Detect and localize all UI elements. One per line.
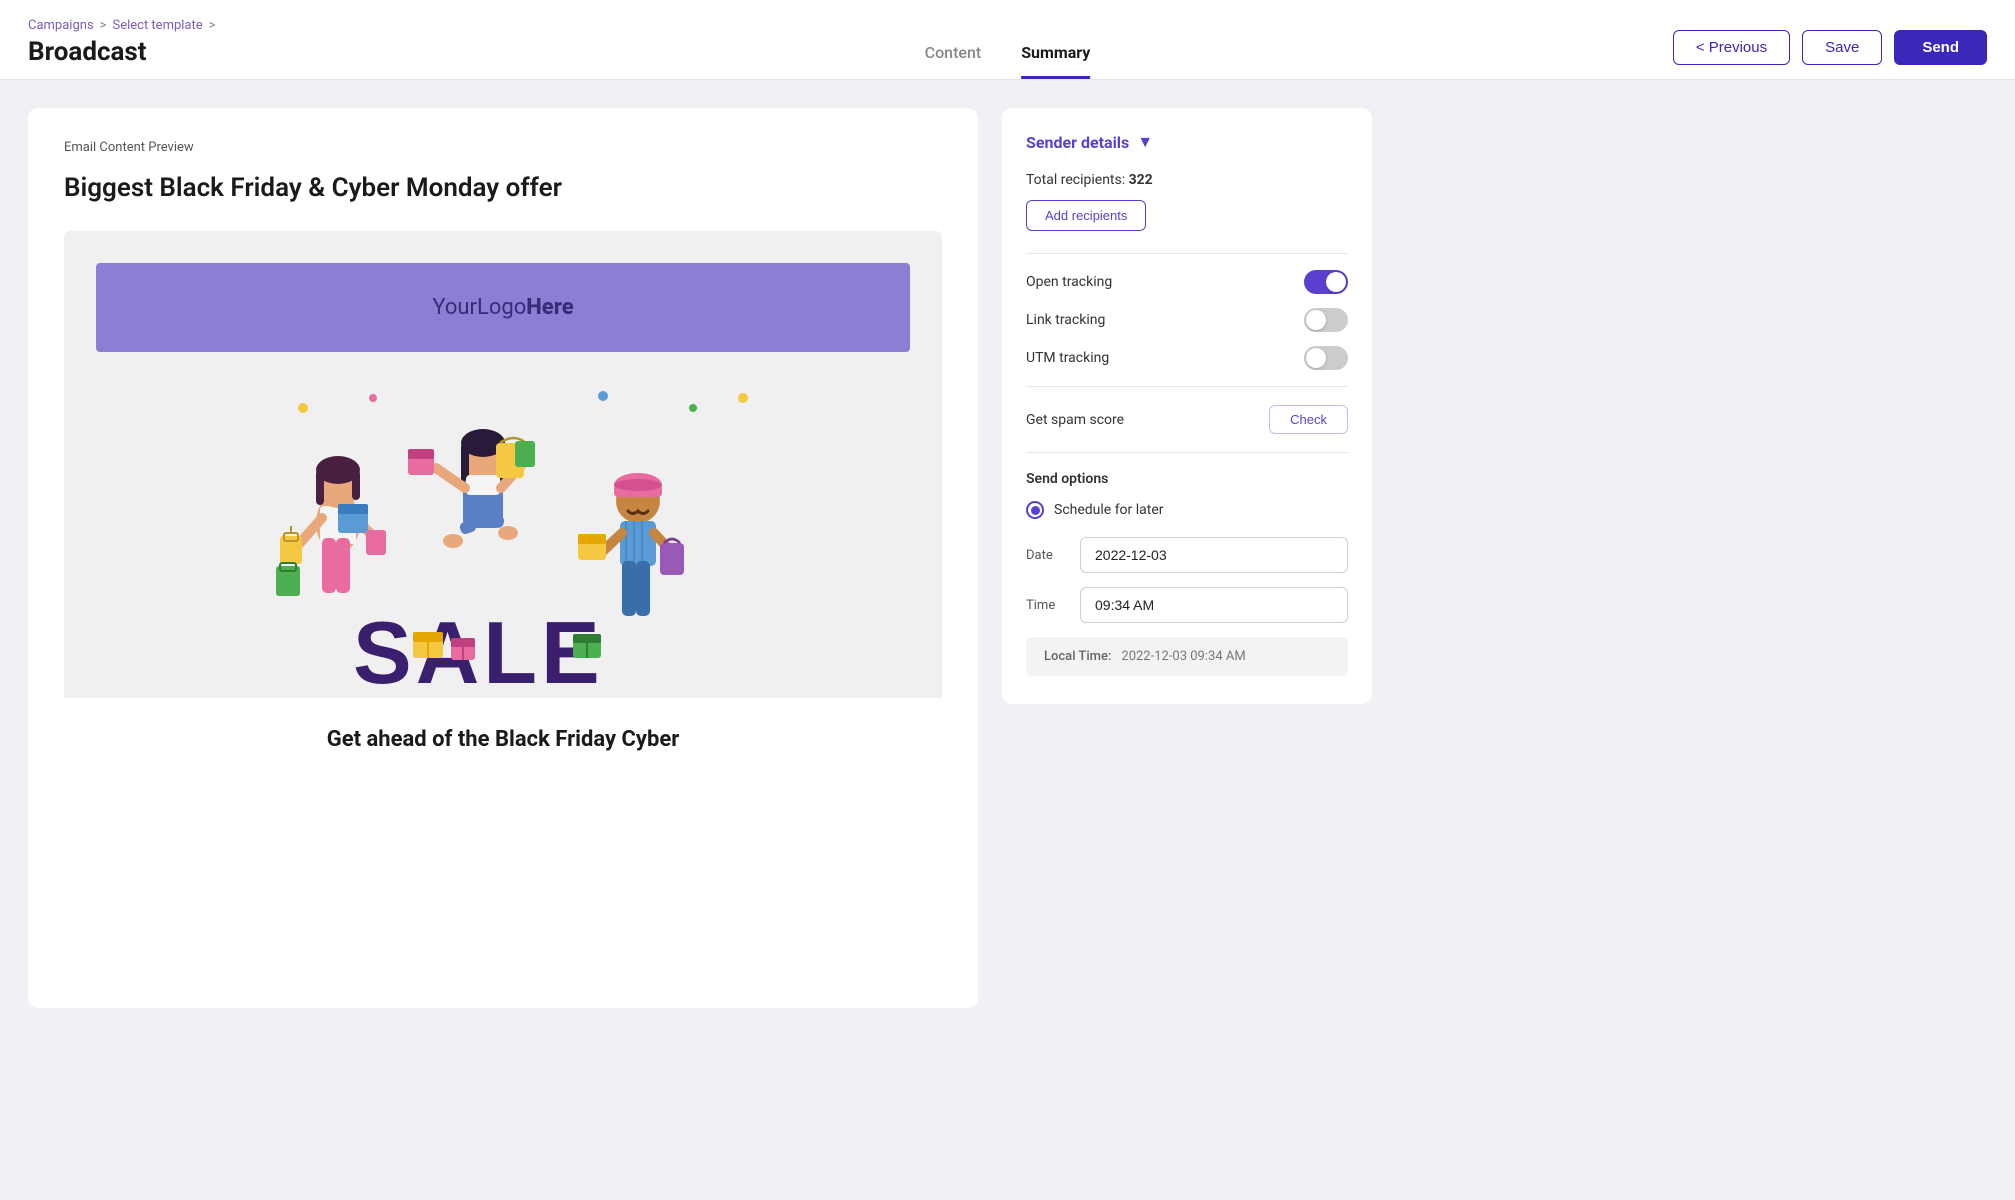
link-tracking-label: Link tracking <box>1026 312 1105 328</box>
open-tracking-row: Open tracking <box>1026 270 1348 294</box>
recipients-label: Total recipients: 322 <box>1026 172 1153 188</box>
sender-details-section: Sender details ▼ Total recipients: 322 A… <box>1002 108 1372 704</box>
time-input[interactable] <box>1080 587 1348 623</box>
send-button[interactable]: Send <box>1894 30 1987 65</box>
utm-tracking-toggle[interactable] <box>1304 346 1348 370</box>
email-frame: YourLogoHere SALE <box>64 231 942 773</box>
schedule-later-radio[interactable] <box>1026 501 1044 519</box>
page-title: Broadcast <box>28 37 215 79</box>
sender-details-title: Sender details <box>1026 133 1129 152</box>
previous-button[interactable]: < Previous <box>1673 30 1790 65</box>
utm-tracking-row: UTM tracking <box>1026 346 1348 370</box>
date-input[interactable] <box>1080 537 1348 573</box>
divider-2 <box>1026 386 1348 387</box>
time-label: Time <box>1026 598 1066 613</box>
chevron-down-icon: ▼ <box>1137 132 1153 152</box>
link-tracking-row: Link tracking <box>1026 308 1348 332</box>
local-time-value: 2022-12-03 09:34 AM <box>1121 649 1245 664</box>
sale-svg: SALE <box>223 388 783 698</box>
header-actions: < Previous Save Send <box>1673 30 1987 79</box>
toggle-knob-utm <box>1306 348 1326 368</box>
send-options-title: Send options <box>1026 471 1348 487</box>
breadcrumb-sep2: > <box>209 18 216 33</box>
utm-tracking-label: UTM tracking <box>1026 350 1109 366</box>
email-logo-text: YourLogoHere <box>432 295 573 320</box>
open-tracking-label: Open tracking <box>1026 274 1112 290</box>
email-subject: Biggest Black Friday & Cyber Monday offe… <box>64 173 942 203</box>
local-time-label: Local Time: <box>1044 649 1111 664</box>
breadcrumb-campaigns[interactable]: Campaigns <box>28 18 94 33</box>
local-time-box: Local Time: 2022-12-03 09:34 AM <box>1026 637 1348 676</box>
email-bottom-title: Get ahead of the Black Friday Cyber <box>88 726 918 755</box>
tab-content[interactable]: Content <box>925 43 982 79</box>
check-spam-button[interactable]: Check <box>1269 405 1348 434</box>
preview-label: Email Content Preview <box>64 140 942 155</box>
date-row: Date <box>1026 537 1348 573</box>
tabs: Content Summary <box>925 43 1091 79</box>
breadcrumb: Campaigns > Select template > <box>28 18 215 33</box>
recipients-row: Total recipients: 322 <box>1026 172 1348 188</box>
email-logo-bar: YourLogoHere <box>96 263 910 352</box>
header: Campaigns > Select template > Broadcast … <box>0 0 2015 80</box>
email-bottom-text: Get ahead of the Black Friday Cyber <box>64 698 942 773</box>
right-panel: Sender details ▼ Total recipients: 322 A… <box>1002 108 1372 1008</box>
sale-illustration: SALE <box>64 368 942 698</box>
header-left: Campaigns > Select template > Broadcast <box>28 18 215 79</box>
date-label: Date <box>1026 548 1066 563</box>
breadcrumb-sep1: > <box>100 18 107 33</box>
add-recipients-button[interactable]: Add recipients <box>1026 200 1146 231</box>
spam-score-label: Get spam score <box>1026 412 1124 428</box>
time-row: Time <box>1026 587 1348 623</box>
link-tracking-toggle[interactable] <box>1304 308 1348 332</box>
email-preview-panel: Email Content Preview Biggest Black Frid… <box>28 108 978 1008</box>
toggle-knob <box>1326 272 1346 292</box>
radio-dot-inner <box>1031 506 1040 515</box>
divider-1 <box>1026 253 1348 254</box>
send-options-section: Send options Schedule for later Date Tim… <box>1026 471 1348 676</box>
main-content: Email Content Preview Biggest Black Frid… <box>0 80 1400 1036</box>
svg-text:SALE: SALE <box>353 603 604 698</box>
recipients-count: 322 <box>1129 172 1153 188</box>
sender-details-header: Sender details ▼ <box>1026 132 1348 152</box>
schedule-later-label: Schedule for later <box>1054 502 1164 518</box>
tab-summary[interactable]: Summary <box>1021 43 1090 79</box>
spam-score-row: Get spam score Check <box>1026 405 1348 434</box>
save-button[interactable]: Save <box>1802 30 1882 65</box>
toggle-knob-link <box>1306 310 1326 330</box>
schedule-later-row[interactable]: Schedule for later <box>1026 501 1348 519</box>
divider-3 <box>1026 452 1348 453</box>
breadcrumb-select-template[interactable]: Select template <box>112 18 202 33</box>
open-tracking-toggle[interactable] <box>1304 270 1348 294</box>
